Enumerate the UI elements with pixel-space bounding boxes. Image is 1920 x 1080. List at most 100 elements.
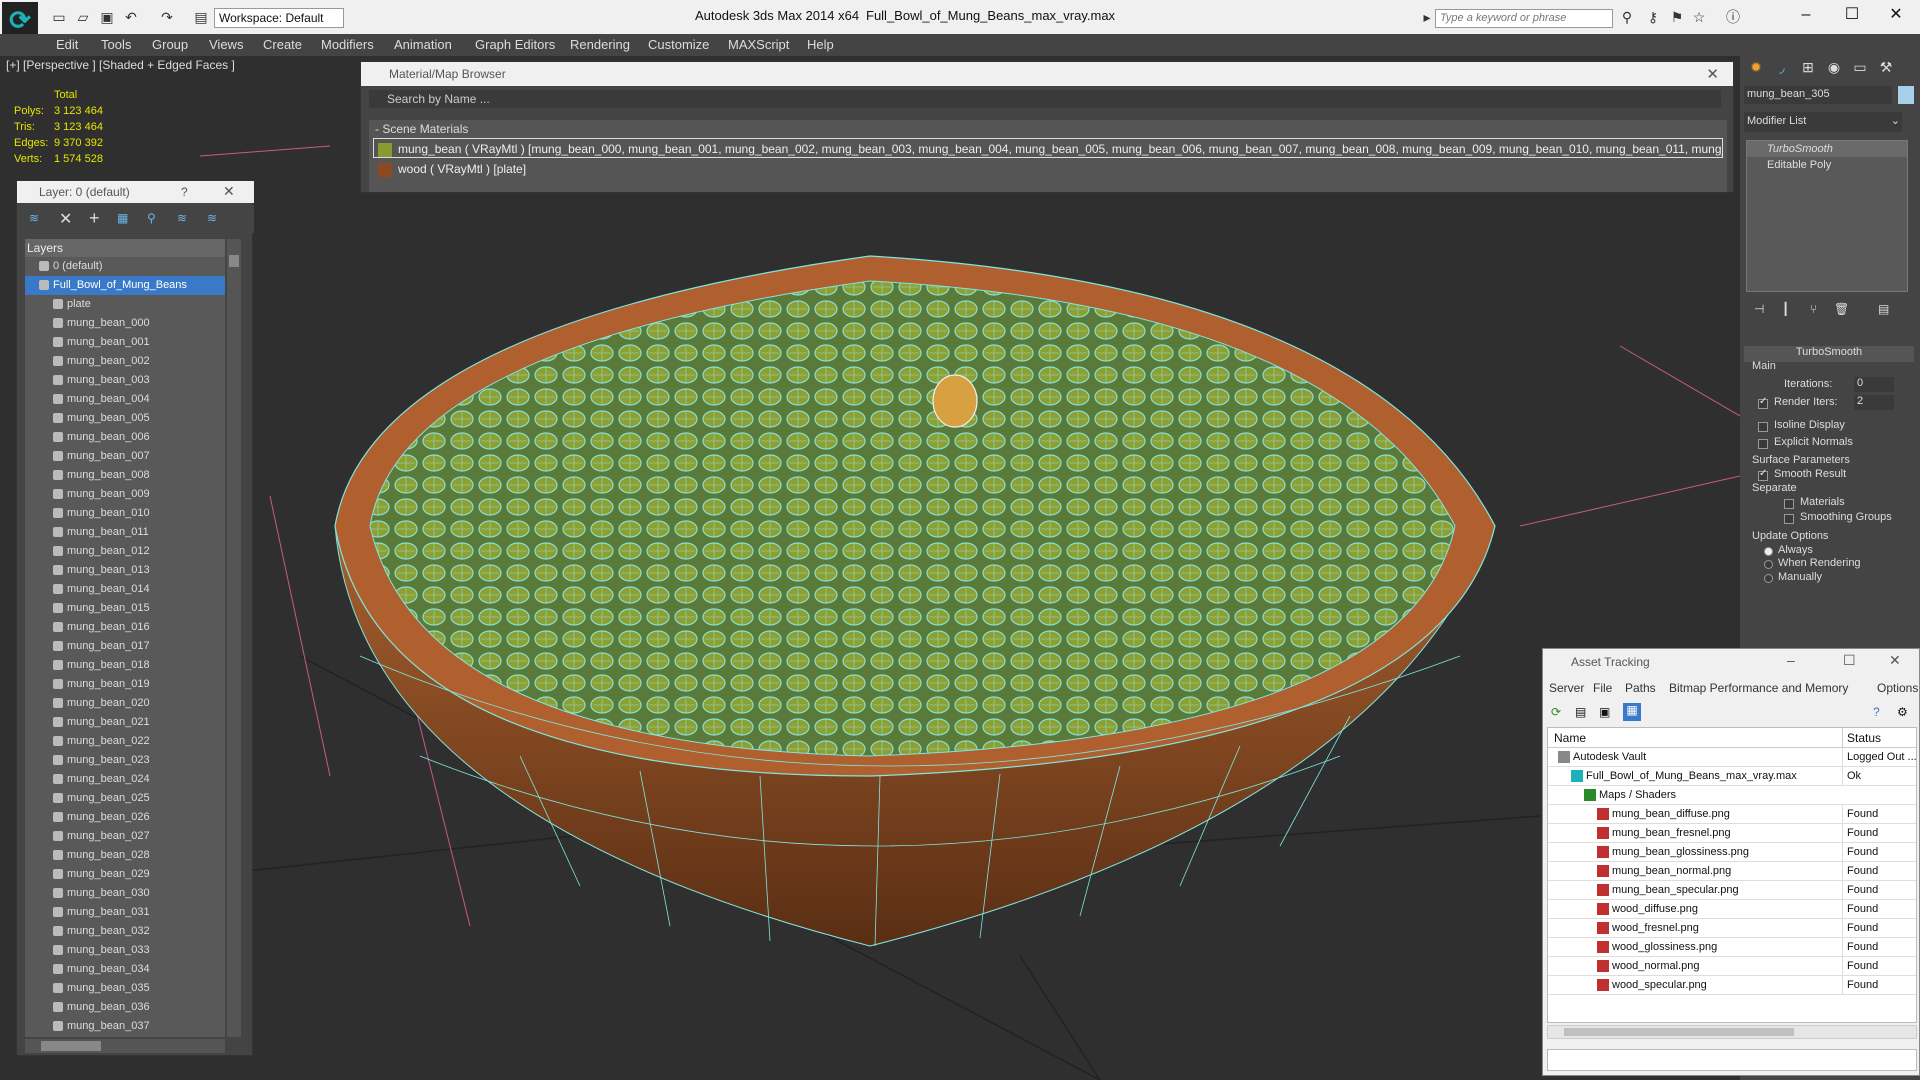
separate-materials-checkbox[interactable] <box>1784 499 1794 509</box>
object-row[interactable]: mung_bean_017 <box>25 637 225 656</box>
object-row[interactable]: mung_bean_007 <box>25 447 225 466</box>
menu-edit[interactable]: Edit <box>56 34 78 56</box>
object-row[interactable]: mung_bean_004 <box>25 390 225 409</box>
asset-horizontal-scrollbar[interactable] <box>1547 1025 1917 1039</box>
object-row[interactable]: mung_bean_024 <box>25 770 225 789</box>
object-row[interactable]: mung_bean_027 <box>25 827 225 846</box>
object-row[interactable]: mung_bean_002 <box>25 352 225 371</box>
object-row[interactable]: mung_bean_015 <box>25 599 225 618</box>
object-row[interactable]: mung_bean_037 <box>25 1017 225 1036</box>
undo-icon[interactable]: ↶ <box>122 9 140 25</box>
app-logo-icon[interactable]: ⟳ <box>2 2 38 38</box>
subscription-icon[interactable]: ⚷ <box>1644 9 1662 25</box>
minimize-icon[interactable]: – <box>1787 652 1795 668</box>
col-status-header[interactable]: Status <box>1842 728 1885 748</box>
save-icon[interactable]: ▣ <box>98 9 116 25</box>
viewport-label[interactable]: [+] [Perspective ] [Shaded + Edged Faces… <box>6 58 235 72</box>
stack-item-turbosmooth[interactable]: TurboSmooth <box>1747 141 1907 157</box>
smooth-result-checkbox[interactable] <box>1758 468 1768 481</box>
col-name-header[interactable]: Name <box>1554 731 1586 745</box>
update-manually-radio[interactable] <box>1764 574 1773 583</box>
keyword-search-input[interactable]: Type a keyword or phrase <box>1435 9 1613 28</box>
menu-tools[interactable]: Tools <box>101 34 131 56</box>
asset-menu-server[interactable]: Server <box>1549 681 1584 695</box>
object-row[interactable]: mung_bean_010 <box>25 504 225 523</box>
delete-layer-icon[interactable]: ✕ <box>59 209 72 229</box>
maximize-icon[interactable]: ☐ <box>1843 652 1856 669</box>
layer-row[interactable]: 0 (default) <box>25 257 225 276</box>
create-tab-icon[interactable]: ✹ <box>1744 56 1768 78</box>
close-icon[interactable]: ✕ <box>1706 65 1719 83</box>
object-row[interactable]: mung_bean_009 <box>25 485 225 504</box>
object-row[interactable]: mung_bean_031 <box>25 903 225 922</box>
display-tab-icon[interactable]: ▭ <box>1848 56 1872 78</box>
object-row[interactable]: mung_bean_012 <box>25 542 225 561</box>
asset-row[interactable]: Autodesk Vault Logged Out ... <box>1548 748 1916 767</box>
modifier-stack[interactable]: TurboSmooth Editable Poly <box>1746 140 1908 292</box>
object-row[interactable]: mung_bean_008 <box>25 466 225 485</box>
menu-rendering[interactable]: Rendering <box>570 34 630 56</box>
object-row[interactable]: mung_bean_011 <box>25 523 225 542</box>
new-file-icon[interactable]: ▭ <box>50 9 68 25</box>
explicit-normals-checkbox[interactable] <box>1758 439 1768 449</box>
layer-horizontal-scrollbar[interactable] <box>25 1039 225 1053</box>
close-icon[interactable]: ✕ <box>223 183 235 200</box>
show-end-result-icon[interactable]: ┃ <box>1782 302 1789 316</box>
separate-smoothing-checkbox[interactable] <box>1784 514 1794 524</box>
object-row[interactable]: mung_bean_000 <box>25 314 225 333</box>
menu-views[interactable]: Views <box>209 34 243 56</box>
object-row[interactable]: mung_bean_003 <box>25 371 225 390</box>
menu-create[interactable]: Create <box>263 34 302 56</box>
hierarchy-tab-icon[interactable]: ⊞ <box>1796 56 1820 78</box>
object-row[interactable]: mung_bean_005 <box>25 409 225 428</box>
material-search-input[interactable]: Search by Name ... <box>369 90 1721 108</box>
material-row[interactable]: mung_bean ( VRayMtl ) [mung_bean_000, mu… <box>373 138 1723 158</box>
object-row[interactable]: mung_bean_029 <box>25 865 225 884</box>
menu-customize[interactable]: Customize <box>648 34 709 56</box>
refresh-icon[interactable]: ⟳ <box>1551 705 1561 719</box>
object-row[interactable]: mung_bean_028 <box>25 846 225 865</box>
asset-menu-bitmap[interactable]: Bitmap Performance and Memory <box>1669 681 1848 695</box>
selected-bean[interactable] <box>932 374 978 428</box>
modifier-list-dropdown[interactable]: Modifier List ⌄ <box>1744 112 1902 132</box>
asset-row[interactable]: wood_specular.png Found <box>1548 976 1916 995</box>
settings-icon[interactable]: ⚙ <box>1897 705 1908 719</box>
table-view-icon[interactable]: ▦ <box>1623 703 1641 721</box>
favorites-star-icon[interactable]: ☆ <box>1690 9 1708 25</box>
configure-sets-icon[interactable]: ▤ <box>1878 302 1889 316</box>
menu-modifiers[interactable]: Modifiers <box>321 34 374 56</box>
object-row[interactable]: mung_bean_033 <box>25 941 225 960</box>
list-view-icon[interactable]: ▤ <box>1575 705 1586 719</box>
asset-menu-paths[interactable]: Paths <box>1625 681 1656 695</box>
maximize-icon[interactable]: ☐ <box>1830 4 1874 26</box>
perspective-viewport[interactable] <box>0 56 1740 1080</box>
asset-row[interactable]: wood_glossiness.png Found <box>1548 938 1916 957</box>
help-button[interactable]: ? <box>181 185 188 199</box>
communication-icon[interactable]: ⚑ <box>1668 9 1686 25</box>
scene-materials-header[interactable]: - Scene Materials <box>369 120 1727 138</box>
menu-help[interactable]: Help <box>807 34 834 56</box>
object-row[interactable]: mung_bean_026 <box>25 808 225 827</box>
layers-column-header[interactable]: Layers <box>25 239 225 257</box>
object-row[interactable]: mung_bean_036 <box>25 998 225 1017</box>
modify-tab-icon[interactable]: ◞ <box>1770 56 1794 78</box>
menu-animation[interactable]: Animation <box>394 34 452 56</box>
object-row[interactable]: mung_bean_020 <box>25 694 225 713</box>
expand-search-icon[interactable]: ▸ <box>1418 9 1436 25</box>
asset-row[interactable]: mung_bean_normal.png Found <box>1548 862 1916 881</box>
highlight-selected-icon[interactable]: ⚲ <box>147 211 156 225</box>
render-iters-checkbox[interactable] <box>1758 396 1768 409</box>
object-row[interactable]: mung_bean_030 <box>25 884 225 903</box>
hide-layers-icon[interactable]: ≋ <box>177 211 187 225</box>
close-icon[interactable]: ✕ <box>1889 652 1901 669</box>
minimize-icon[interactable]: – <box>1784 4 1828 26</box>
help-icon[interactable]: ⓘ <box>1724 9 1742 25</box>
workspace-dropdown[interactable]: Workspace: Default <box>214 8 344 28</box>
object-row[interactable]: mung_bean_023 <box>25 751 225 770</box>
asset-menu-options[interactable]: Options <box>1877 681 1918 695</box>
object-row[interactable]: mung_bean_013 <box>25 561 225 580</box>
asset-row[interactable]: wood_fresnel.png Found <box>1548 919 1916 938</box>
object-row[interactable]: mung_bean_016 <box>25 618 225 637</box>
project-folder-icon[interactable]: ▤ <box>192 9 210 25</box>
pin-stack-icon[interactable]: ⊣ <box>1754 302 1764 316</box>
